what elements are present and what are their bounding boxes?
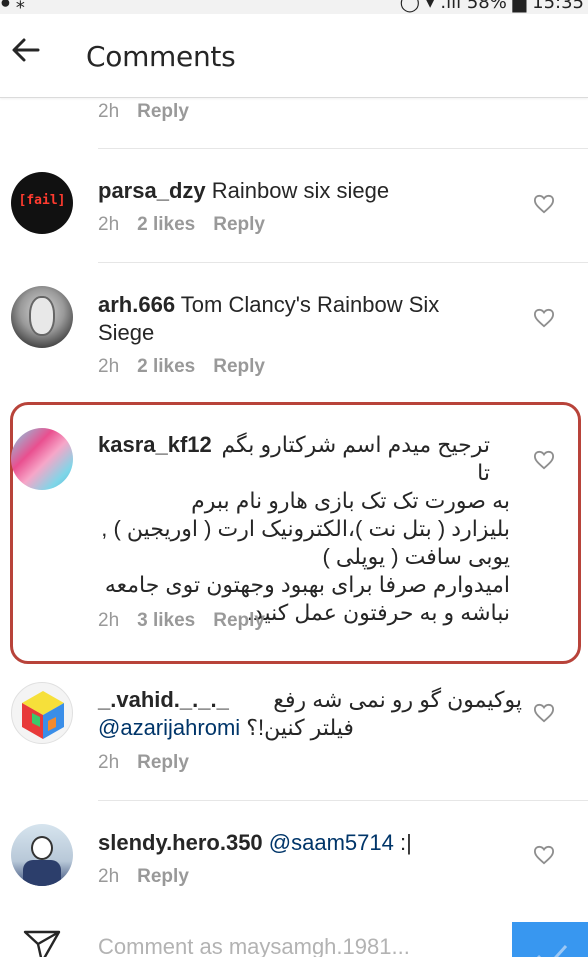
comment-text-line: بلیزارد ( بتل نت )،الکترونیک ارت ( اوریج… — [101, 516, 510, 541]
comment-time: 2h — [98, 866, 120, 887]
status-left-icons: ● ⁎ — [0, 0, 25, 12]
comment-text-line: امیدوارم صرفا برای بهبود وجهتون توی جامع… — [104, 572, 510, 597]
comment-text: :| — [393, 830, 412, 855]
comment-input[interactable]: Comment as maysamgh.1981... — [98, 934, 410, 957]
send-direct-icon[interactable] — [22, 928, 62, 957]
comment-time: 2h — [98, 356, 120, 377]
comment-body: parsa_dzy Rainbow six siege — [98, 177, 389, 205]
comment-meta: 2h 2 likes Reply — [98, 356, 283, 378]
likes-count[interactable]: 2 likes — [137, 356, 195, 377]
status-bar: ● ⁎ ◯ ▾ .ıll 58% ▆ 15:35 — [0, 0, 588, 14]
comment-meta: 2h Reply — [98, 866, 207, 888]
reply-button[interactable]: Reply — [213, 610, 265, 631]
comment-text-line: به صورت تک تک بازی هارو نام ببرم — [191, 488, 510, 513]
status-right-indicators: ◯ ▾ .ıll 58% ▆ 15:35 — [399, 0, 584, 13]
divider — [98, 262, 588, 263]
comment-text: فیلتر کنین!؟ — [240, 715, 354, 740]
comment-body: kasra_kf12 ترجیح میدم اسم شرکتارو بگم تا… — [98, 431, 510, 627]
comment-username[interactable]: arh.666 — [98, 292, 175, 317]
likes-count[interactable]: 2 likes — [137, 214, 195, 235]
comment-time: 2h — [98, 752, 120, 773]
comment-time: 2h — [98, 101, 120, 122]
rubiks-cube-image — [22, 691, 64, 739]
checkmark-icon — [537, 944, 568, 957]
comment-username[interactable]: slendy.hero.350 — [98, 830, 263, 855]
comment-text: Rainbow six siege — [205, 178, 390, 203]
comment-time: 2h — [98, 214, 120, 235]
avatar[interactable]: [fail] — [11, 172, 73, 234]
page-title: Comments — [86, 40, 236, 73]
comment-body: _.vahid._._._ پوکیمون گو رو نمی شه رفع @… — [98, 686, 522, 742]
back-arrow-icon[interactable] — [8, 32, 44, 68]
divider — [98, 148, 588, 149]
divider — [98, 800, 588, 801]
likes-count[interactable]: 3 likes — [137, 610, 195, 631]
comment-username[interactable]: kasra_kf12 — [98, 431, 212, 487]
reply-button[interactable]: Reply — [137, 101, 189, 122]
comment-text-line: پوکیمون گو رو نمی شه رفع — [273, 687, 522, 712]
comment-text-line: @azarijahromi فیلتر کنین!؟ — [98, 714, 522, 742]
mention-link[interactable]: @saam5714 — [263, 830, 394, 855]
heart-icon[interactable] — [533, 308, 555, 328]
avatar[interactable] — [11, 682, 73, 744]
reply-button[interactable]: Reply — [213, 214, 265, 235]
comment-composer: Comment as maysamgh.1981... — [0, 918, 588, 957]
post-button[interactable] — [512, 922, 588, 957]
mention-link[interactable]: @azarijahromi — [98, 715, 240, 740]
reply-button[interactable]: Reply — [137, 752, 189, 773]
heart-icon[interactable] — [533, 450, 555, 470]
avatar[interactable] — [11, 428, 73, 490]
avatar[interactable] — [11, 286, 73, 348]
reply-button[interactable]: Reply — [213, 356, 265, 377]
comment-body: slendy.hero.350 @saam5714 :| — [98, 829, 412, 857]
comment-username[interactable]: parsa_dzy — [98, 178, 206, 203]
comment-text-line: یوبی سافت ( یوپلی ) — [322, 544, 510, 569]
comment-username[interactable]: _.vahid._._._ — [98, 686, 229, 714]
comment-meta: 2h 2 likes Reply — [98, 214, 283, 236]
heart-icon[interactable] — [533, 194, 555, 214]
reply-button[interactable]: Reply — [137, 866, 189, 887]
heart-icon[interactable] — [533, 845, 555, 865]
app-bar: Comments — [0, 14, 588, 98]
heart-icon[interactable] — [533, 703, 555, 723]
comment-body: arh.666 Tom Clancy's Rainbow Six Siege — [98, 291, 498, 347]
avatar[interactable] — [11, 824, 73, 886]
comment-text-line: ترجیح میدم اسم شرکتارو بگم تا — [221, 432, 490, 485]
comment-meta: 2h Reply — [98, 752, 207, 774]
comment-meta: 2h 3 likes Reply — [98, 610, 283, 632]
comment-time: 2h — [98, 610, 120, 631]
previous-comment-meta: 2h Reply — [98, 101, 207, 123]
avatar-logo-text: [fail] — [18, 193, 66, 208]
